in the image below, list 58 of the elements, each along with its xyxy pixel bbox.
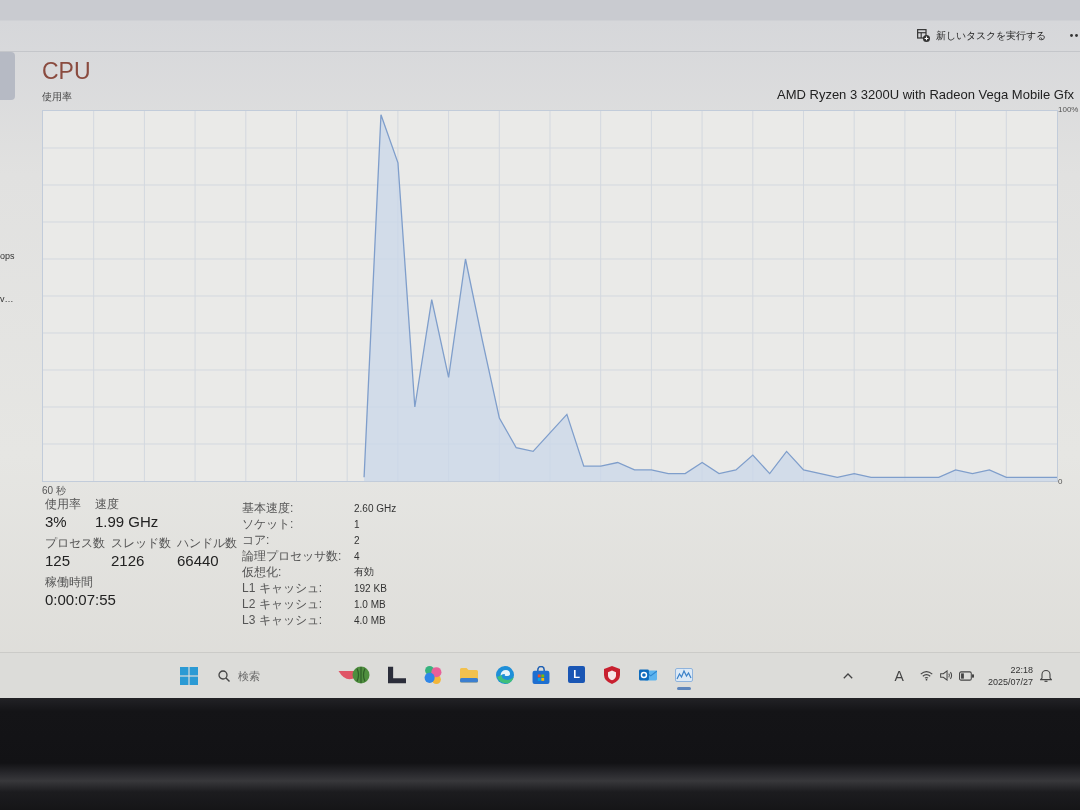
stat-label: ハンドル数 bbox=[177, 536, 237, 551]
axis-label: 0 bbox=[1058, 477, 1063, 487]
detail-value: 1.0 MB bbox=[354, 598, 386, 610]
clock-time: 22:18 bbox=[1010, 663, 1033, 676]
stat-label: 稼働時間 bbox=[45, 575, 93, 590]
run-task-button[interactable]: 新しいタスクを実行する bbox=[913, 24, 1050, 47]
stat-label: 速度 bbox=[95, 497, 119, 512]
folder-icon[interactable] bbox=[460, 665, 478, 684]
app-tile-button[interactable]: L bbox=[568, 665, 585, 683]
shopping-bag-icon[interactable] bbox=[532, 665, 550, 684]
stat-label: 使用率 bbox=[45, 497, 81, 512]
ime-indicator[interactable]: A bbox=[894, 667, 904, 684]
axis-label: 60 秒 bbox=[42, 485, 66, 496]
sidebar-item[interactable]: ops bbox=[0, 250, 17, 262]
detail-label: L1 キャッシュ: bbox=[242, 580, 322, 596]
chart-caption: 使用率 bbox=[42, 91, 72, 103]
battery-icon[interactable] bbox=[958, 670, 974, 681]
clock-date: 2025/07/27 bbox=[987, 675, 1033, 688]
stat-value: 3% bbox=[45, 512, 67, 532]
speaker-icon[interactable] bbox=[939, 670, 953, 681]
line-chart-icon[interactable] bbox=[675, 665, 693, 684]
stat-value: 125 bbox=[45, 551, 71, 571]
detail-label: ソケット: bbox=[242, 516, 294, 532]
sidebar-item[interactable]: v… bbox=[0, 293, 16, 305]
detail-label: L3 キャッシュ: bbox=[242, 612, 322, 628]
detail-value: 1 bbox=[354, 518, 360, 530]
window-plus-icon bbox=[917, 29, 930, 42]
stat-value: 0:00:07:55 bbox=[45, 590, 116, 610]
detail-label: コア: bbox=[242, 532, 270, 548]
detail-label: 仮想化: bbox=[242, 564, 282, 580]
page-title: CPU bbox=[42, 57, 91, 85]
stat-label: スレッド数 bbox=[111, 536, 171, 551]
stat-value: 66440 bbox=[177, 551, 219, 571]
axis-label: 100% bbox=[1058, 105, 1079, 115]
corner-shape-icon[interactable] bbox=[388, 665, 406, 684]
detail-label: 基本速度: bbox=[242, 500, 294, 516]
wifi-icon[interactable] bbox=[919, 670, 933, 681]
detail-value: 有効 bbox=[354, 565, 374, 579]
detail-value: 4 bbox=[354, 550, 360, 562]
swirl-icon[interactable] bbox=[424, 665, 442, 684]
search-icon[interactable] bbox=[218, 669, 230, 682]
stat-label: プロセス数 bbox=[45, 536, 105, 551]
search-field[interactable]: 検索 bbox=[238, 667, 268, 684]
more-icon[interactable] bbox=[1070, 34, 1078, 37]
detail-value: 192 KB bbox=[354, 582, 387, 594]
detail-value: 2 bbox=[354, 534, 360, 546]
chevron-up-icon[interactable] bbox=[842, 672, 853, 679]
detail-value: 4.0 MB bbox=[354, 614, 386, 626]
stat-value: 2126 bbox=[111, 551, 145, 571]
stat-value: 1.99 GHz bbox=[95, 512, 159, 532]
shield-icon[interactable] bbox=[603, 665, 621, 684]
detail-value: 2.60 GHz bbox=[354, 502, 397, 514]
processor-name: AMD Ryzen 3 3200U with Radeon Vega Mobile Gfx bbox=[777, 86, 1074, 103]
circular-wave-icon[interactable] bbox=[496, 665, 514, 684]
detail-label: 論理プロセッサ数: bbox=[242, 548, 342, 564]
detail-label: L2 キャッシュ: bbox=[242, 596, 322, 612]
melon-slice-icon[interactable] bbox=[338, 665, 370, 684]
bell-icon[interactable] bbox=[1040, 669, 1052, 682]
